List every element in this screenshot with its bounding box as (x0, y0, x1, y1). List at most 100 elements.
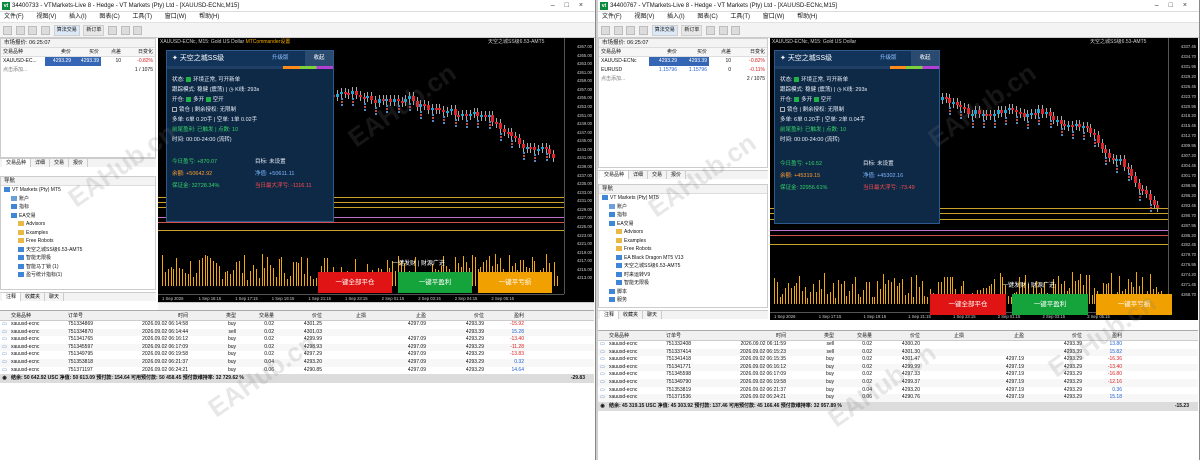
navigator-item[interactable]: 天空之城SS级6.53-AMT5 (599, 262, 767, 271)
menu-chart[interactable]: 图表(C) (99, 14, 119, 20)
tab-common[interactable]: 注释 (600, 311, 620, 319)
col-sl[interactable]: 止损 (324, 311, 368, 320)
navigator-item[interactable]: Examples (599, 237, 767, 246)
market-watch-add-row[interactable]: 点击添加... 2 / 1075 (599, 75, 767, 84)
market-watch-row[interactable]: XAUUSD-EC... 4293.29 4293.39 10 -0.82% (1, 57, 155, 66)
col-volume[interactable]: 交易量 (836, 331, 874, 340)
navigator-item[interactable]: EA Black Dragon MT5 V13 (599, 254, 767, 263)
col-symbol[interactable]: 交易品种 (9, 311, 66, 320)
col-bid[interactable]: 卖价 (45, 48, 73, 56)
market-watch-icon[interactable] (626, 26, 636, 35)
navigator-icon[interactable] (41, 26, 51, 35)
navigator-item[interactable]: Free Robots (599, 245, 767, 254)
menu-file[interactable]: 文件(F) (4, 14, 24, 20)
tab-common[interactable]: 注释 (2, 293, 22, 301)
col-profit[interactable]: 盈利 (486, 311, 526, 320)
col-sl[interactable]: 止损 (922, 331, 966, 340)
market-watch-row[interactable]: EURUSD 1.15796 1.15796 0 -0.11% (599, 66, 767, 75)
tab-ticks[interactable]: 报价 (667, 171, 687, 179)
table-row[interactable]: ▭ xauusd-ecnc 751341418 2026.09.02 06:15:35… (598, 356, 1198, 364)
navigator-item[interactable]: Advisors (599, 228, 767, 237)
menu-help[interactable]: 帮助(H) (797, 14, 817, 20)
add-symbol-hint[interactable]: 点击添加... (1, 66, 101, 75)
menu-window[interactable]: 窗口(W) (763, 14, 785, 20)
profiles-icon[interactable] (613, 26, 623, 35)
ea-collapse-button[interactable]: 收起 (305, 51, 333, 66)
new-chart-icon[interactable] (601, 26, 610, 35)
navigator-item[interactable]: 指标 (599, 211, 767, 220)
zoom-in-icon[interactable] (718, 26, 728, 35)
col-bid[interactable]: 卖价 (649, 48, 679, 56)
table-row[interactable]: ▭ xauusd-ecnc 751341771 2026.09.02 06:16:12… (598, 363, 1198, 372)
close-profit-button[interactable]: 一键平盈利 (398, 272, 472, 293)
ea-lock-line[interactable]: 锁仓 | 剩余授权: 无限制 (780, 105, 844, 113)
col-change[interactable]: 日变化 (123, 48, 155, 56)
ea-lock-line[interactable]: 锁仓 | 剩余授权: 无限制 (172, 105, 236, 113)
tab-favorites[interactable]: 收藏夹 (21, 293, 46, 301)
tab-details[interactable]: 详细 (31, 159, 51, 167)
navigator-item[interactable]: 智能无限极 (1, 254, 155, 263)
new-order-button[interactable]: 新订单 (681, 25, 703, 36)
navigator-item[interactable]: Examples (1, 229, 155, 238)
navigator-item[interactable]: 天空之城SS级6.53-AMT5 (1, 246, 155, 255)
ea-open-line[interactable]: 开仓: 多开 空开 (172, 95, 224, 103)
window-controls[interactable]: –□× (551, 0, 593, 12)
navigator-item[interactable]: VT Markets (Pty) MT5 (599, 194, 767, 203)
table-row[interactable]: ▭ xauusd-ecnc 751345597 2026.09.02 06:17:09… (0, 343, 594, 352)
tab-chat[interactable]: 聊天 (45, 293, 65, 301)
table-row[interactable]: ▭ xauusd-ecnc 751337414 2026.09.02 06:15:23… (598, 348, 1198, 357)
navigator-item[interactable]: 智能马丁锁 (1) (1, 263, 155, 272)
col-time[interactable]: 时间 (716, 331, 788, 340)
col-ticket[interactable]: 订单号 (664, 331, 716, 340)
close-loss-button[interactable]: 一键平亏损 (478, 272, 552, 293)
table-row[interactable]: ▭ xauusd-ecnc 751332408 2026.09.02 06:11:59… (598, 341, 1198, 349)
tab-trading[interactable]: 交易 (648, 171, 668, 179)
tab-symbols[interactable]: 交易品种 (2, 159, 32, 167)
tab-chat[interactable]: 聊天 (643, 311, 663, 319)
table-row[interactable]: ▭ xauusd-ecnc 751353818 2026.09.02 06:21:37… (0, 358, 594, 367)
table-row[interactable]: ▭ xauusd-ecnc 751345598 2026.09.02 06:17:09… (598, 371, 1198, 379)
col-price[interactable]: 价位 (874, 331, 922, 340)
navigator-item[interactable]: EA交易 (599, 220, 767, 229)
tab-ticks[interactable]: 报价 (69, 159, 89, 167)
col-ask[interactable]: 买价 (679, 48, 709, 56)
table-row[interactable]: ▭ xauusd-ecnc 751353819 2026.09.02 06:21:37… (598, 387, 1198, 395)
navigator-item[interactable]: VT Markets (Pty) MT5 (1, 186, 155, 195)
zoom-in-icon[interactable] (120, 26, 130, 35)
menu-view[interactable]: 视图(V) (634, 14, 654, 20)
col-symbol[interactable]: 交易品种 (1, 48, 45, 56)
navigator-icon[interactable] (639, 26, 649, 35)
menu-window[interactable]: 窗口(W) (165, 14, 187, 20)
market-watch-row[interactable]: XAUUSD-ECNc 4293.29 4293.39 10 -0.82% (599, 57, 767, 66)
table-row[interactable]: ▭ xauusd-ecnc 751371197 2026.09.02 06:24:21… (0, 367, 594, 375)
market-watch-icon[interactable] (28, 26, 38, 35)
navigator-item[interactable]: 账户 (599, 203, 767, 212)
table-row[interactable]: ▭ xauusd-ecnc 751334869 2026.09.02 06:14:58… (0, 321, 594, 329)
tab-trading[interactable]: 交易 (50, 159, 70, 167)
market-watch-add-row[interactable]: 点击添加... 1 / 1075 (1, 66, 155, 75)
col-tp[interactable]: 止盈 (966, 331, 1026, 340)
navigator-item[interactable]: 智能无限极 (599, 279, 767, 288)
ea-collapse-button[interactable]: 收起 (911, 51, 939, 66)
col-spread[interactable]: 点差 (709, 48, 733, 56)
zoom-out-icon[interactable] (731, 26, 741, 35)
col-symbol[interactable]: 交易品种 (607, 331, 664, 340)
table-row[interactable]: ▭ xauusd-ecnc 751349795 2026.09.02 06:19:58… (0, 351, 594, 359)
profiles-icon[interactable] (15, 26, 25, 35)
menu-view[interactable]: 视图(V) (36, 14, 56, 20)
col-price[interactable]: 价位 (276, 311, 324, 320)
window-controls[interactable]: –□× (1155, 0, 1197, 12)
navigator-item[interactable]: Advisors (1, 220, 155, 229)
tab-symbols[interactable]: 交易品种 (600, 171, 630, 179)
col-spread[interactable]: 点差 (101, 48, 123, 56)
col-time[interactable]: 时间 (118, 311, 190, 320)
table-row[interactable]: ▭ xauusd-ecnc 751349790 2026.09.02 06:19:58… (598, 378, 1198, 387)
col-symbol[interactable]: 交易品种 (599, 48, 649, 56)
tab-favorites[interactable]: 收藏夹 (619, 311, 644, 319)
tab-details[interactable]: 详细 (629, 171, 649, 179)
menu-chart[interactable]: 图表(C) (697, 14, 717, 20)
table-row[interactable]: ▭ xauusd-ecnc 751371536 2026.09.02 06:24:21… (598, 394, 1198, 402)
crosshair-icon[interactable] (706, 26, 716, 35)
add-symbol-hint[interactable]: 点击添加... (599, 75, 709, 84)
menu-insert[interactable]: 插入(I) (667, 14, 685, 20)
